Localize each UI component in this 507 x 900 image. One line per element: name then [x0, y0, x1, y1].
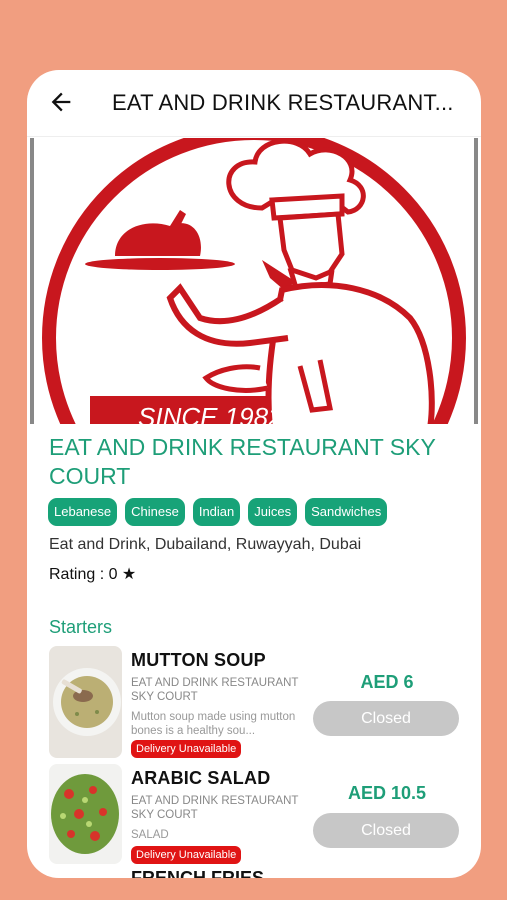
- delivery-badge: Delivery Unavailable: [131, 740, 242, 758]
- cuisine-tag[interactable]: Chinese: [125, 498, 185, 526]
- cuisine-tag[interactable]: Lebanese: [48, 498, 118, 526]
- cuisine-tag[interactable]: Indian: [192, 498, 241, 526]
- back-arrow-icon[interactable]: [47, 88, 75, 116]
- restaurant-card: EAT AND DRINK RESTAURANT... SINCE 1982 E…: [27, 70, 481, 878]
- closed-button[interactable]: Closed: [313, 701, 459, 736]
- arabic-salad-image: [49, 764, 122, 864]
- cuisine-tag[interactable]: Juices: [248, 498, 298, 526]
- cuisine-tags: Lebanese Chinese Indian Juices Sandwiche…: [48, 498, 388, 526]
- closed-button[interactable]: Closed: [313, 813, 459, 848]
- restaurant-name: EAT AND DRINK RESTAURANT SKY COURT: [49, 434, 436, 489]
- section-title: Starters: [49, 617, 113, 637]
- cuisine-tag[interactable]: Sandwiches: [305, 498, 388, 526]
- image-edge-left: [30, 138, 34, 424]
- item-name: ARABIC SALAD: [131, 768, 271, 788]
- restaurant-address: Eat and Drink, Dubailand, Ruwayyah, Duba…: [49, 536, 362, 553]
- mutton-soup-image: [49, 646, 122, 758]
- delivery-badge: Delivery Unavailable: [131, 846, 242, 864]
- item-price: AED 6: [360, 672, 414, 692]
- item-description: Mutton soup made using mutton bones is a…: [131, 711, 296, 737]
- item-name-partial: FRENCH FRIES: [131, 868, 265, 878]
- chef-logo-illustration: SINCE 1982: [42, 138, 466, 424]
- page-title: EAT AND DRINK RESTAURANT...: [112, 90, 454, 115]
- item-restaurant: EAT AND DRINK RESTAURANT SKY COURT: [131, 795, 299, 821]
- item-restaurant: EAT AND DRINK RESTAURANT SKY COURT: [131, 677, 299, 703]
- item-price: AED 10.5: [347, 783, 427, 803]
- restaurant-rating: Rating : 0 ★: [49, 566, 137, 583]
- restaurant-logo-image: SINCE 1982: [30, 138, 478, 424]
- item-description: SALAD: [131, 829, 169, 841]
- app-bar: EAT AND DRINK RESTAURANT...: [27, 70, 481, 137]
- item-name: MUTTON SOUP: [131, 650, 266, 670]
- image-edge-right: [474, 138, 478, 424]
- logo-tagline: SINCE 1982: [138, 402, 283, 424]
